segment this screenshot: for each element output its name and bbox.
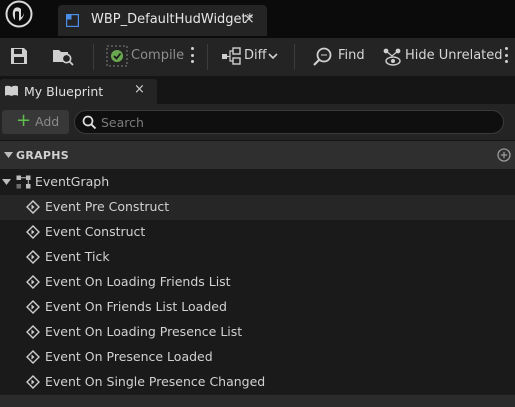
book-icon bbox=[5, 85, 18, 96]
list-item[interactable]: Event On Loading Presence List bbox=[0, 320, 515, 345]
my-blueprint-tab[interactable]: My Blueprint × bbox=[0, 79, 157, 104]
find-button-label[interactable]: Find bbox=[338, 48, 365, 63]
find-icon[interactable] bbox=[312, 46, 334, 68]
search-icon bbox=[82, 115, 97, 130]
event-label: Event Pre Construct bbox=[45, 199, 170, 214]
event-label: Event On Single Presence Changed bbox=[45, 374, 266, 389]
unreal-engine-logo-icon[interactable] bbox=[3, 0, 35, 28]
event-graph-label: EventGraph bbox=[35, 174, 110, 189]
save-icon[interactable] bbox=[9, 46, 29, 66]
diff-icon[interactable] bbox=[221, 47, 241, 65]
search-box[interactable] bbox=[74, 110, 504, 134]
event-label: Event On Friends List Loaded bbox=[45, 299, 227, 314]
event-node-icon bbox=[26, 350, 40, 364]
toolbar-separator bbox=[207, 44, 208, 70]
event-graph-icon bbox=[16, 175, 31, 189]
list-item[interactable]: Event Construct bbox=[0, 220, 515, 245]
event-label: Event Construct bbox=[45, 224, 146, 239]
panel-tab-row: My Blueprint × bbox=[0, 76, 515, 104]
diff-button-label[interactable]: Diff bbox=[244, 48, 267, 63]
event-node-icon bbox=[26, 200, 40, 214]
search-input[interactable] bbox=[101, 113, 491, 131]
toolbar-separator bbox=[294, 44, 295, 70]
list-item[interactable]: Event On Presence Loaded bbox=[0, 345, 515, 370]
event-node-icon bbox=[26, 275, 40, 289]
event-node-icon bbox=[26, 375, 40, 389]
panel-tab-title: My Blueprint bbox=[24, 84, 104, 99]
document-tab[interactable]: WBP_DefaultHudWidget* × bbox=[58, 5, 267, 36]
panel-tab-close-icon[interactable]: × bbox=[134, 82, 145, 97]
toolbar: Compile Diff Find Hide Unrelated bbox=[0, 38, 515, 76]
event-graph-row[interactable]: EventGraph bbox=[0, 170, 515, 195]
event-node-icon bbox=[26, 250, 40, 264]
list-item[interactable]: Event Tick bbox=[0, 245, 515, 270]
add-button-label: Add bbox=[35, 114, 60, 129]
event-label: Event On Presence Loaded bbox=[45, 349, 213, 364]
toolbar-overflow-kebab-icon[interactable] bbox=[505, 47, 509, 65]
compile-options-kebab-icon[interactable] bbox=[191, 47, 195, 65]
compile-status-icon[interactable] bbox=[106, 45, 128, 67]
graphs-section-header[interactable]: GRAPHS bbox=[0, 141, 515, 169]
browse-folder-icon[interactable] bbox=[52, 46, 74, 66]
list-item[interactable]: Event On Loading Friends List bbox=[0, 270, 515, 295]
event-label: Event On Loading Presence List bbox=[45, 324, 243, 339]
list-item[interactable]: Event Pre Construct bbox=[0, 195, 515, 220]
add-button[interactable]: + Add bbox=[2, 110, 69, 134]
graphs-section-label: GRAPHS bbox=[16, 149, 70, 162]
graph-tree: EventGraph Event Pre Construct Event Con… bbox=[0, 169, 515, 395]
add-plus-icon: + bbox=[16, 110, 32, 131]
graphs-collapse-chevron-down-icon[interactable] bbox=[4, 152, 13, 159]
hide-unrelated-icon[interactable] bbox=[381, 46, 403, 68]
widget-blueprint-icon bbox=[66, 14, 79, 27]
hide-unrelated-button-label[interactable]: Hide Unrelated bbox=[405, 48, 503, 63]
event-label: Event Tick bbox=[45, 249, 110, 264]
list-item[interactable]: Event On Single Presence Changed bbox=[0, 370, 515, 395]
compile-button-label[interactable]: Compile bbox=[131, 48, 184, 63]
panel-toolbar: + Add bbox=[0, 104, 515, 140]
event-node-icon bbox=[26, 325, 40, 339]
event-graph-expand-chevron-down-icon[interactable] bbox=[2, 179, 11, 186]
next-section-header-edge bbox=[0, 395, 515, 407]
list-item[interactable]: Event On Friends List Loaded bbox=[0, 295, 515, 320]
event-node-icon bbox=[26, 225, 40, 239]
event-node-icon bbox=[26, 300, 40, 314]
title-bar: WBP_DefaultHudWidget* × bbox=[0, 0, 515, 38]
event-label: Event On Loading Friends List bbox=[45, 274, 231, 289]
toolbar-separator bbox=[93, 44, 94, 70]
document-tab-title: WBP_DefaultHudWidget* bbox=[91, 12, 254, 27]
diff-dropdown-chevron-down-icon[interactable] bbox=[268, 53, 278, 60]
add-graph-plus-circle-icon[interactable] bbox=[497, 148, 511, 162]
document-tab-close-icon[interactable]: × bbox=[243, 11, 255, 27]
